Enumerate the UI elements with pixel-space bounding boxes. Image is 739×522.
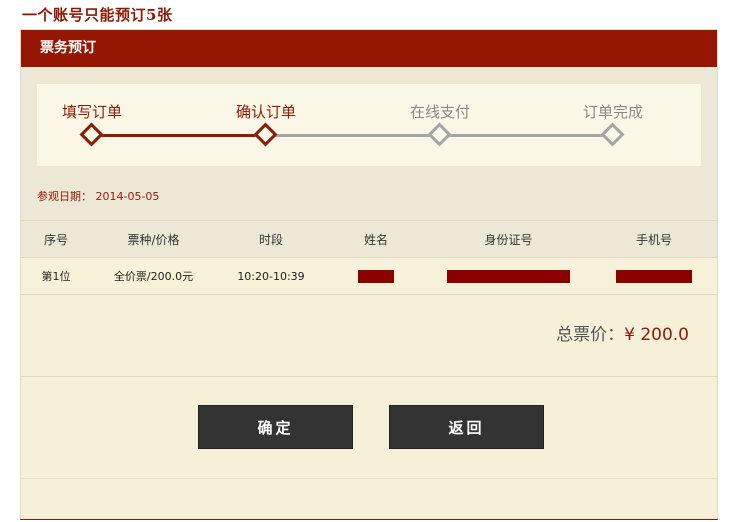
step-label-confirm-order: 确认订单: [235, 103, 296, 121]
step-diamond-icon: [600, 122, 625, 147]
step-diamond-icon: [253, 122, 278, 147]
panel-title: 票务预订: [21, 30, 717, 67]
divider: [21, 376, 717, 377]
footer-band: [21, 478, 717, 519]
column-header-ticket: 票种/价格: [127, 232, 180, 247]
column-header-id: 身份证号: [484, 232, 533, 247]
total-price-label: 总票价：: [556, 325, 625, 345]
step-label-order-complete: 订单完成: [582, 103, 643, 121]
row-name: [326, 258, 426, 294]
row-index: 第1位: [41, 270, 71, 283]
ticket-booking-panel: 票务预订 填写订单 确认订单 在线支付 订单完成 参观日期： 2014-05-0…: [20, 29, 718, 520]
redacted-name: [358, 269, 394, 283]
row-id-number: [426, 258, 591, 294]
table-row: 第1位 全价票/200.0元 10:20-10:39: [21, 258, 717, 295]
redacted-id-number: [447, 269, 570, 283]
visit-date: 参观日期： 2014-05-05: [37, 188, 159, 204]
account-limit-notice: 一个账号只能预订5张: [22, 6, 173, 24]
step-line-2: [266, 134, 440, 137]
row-time: 10:20-10:39: [237, 269, 305, 283]
step-label-fill-order: 填写订单: [61, 103, 122, 121]
column-header-name: 姓名: [363, 232, 388, 247]
column-header-time: 时段: [258, 232, 283, 247]
visit-date-value: 2014-05-05: [95, 190, 160, 203]
progress-steps: 填写订单 确认订单 在线支付 订单完成: [36, 83, 702, 167]
step-diamond-icon: [427, 122, 452, 147]
back-button[interactable]: 返回: [389, 405, 544, 449]
total-price-value: ¥ 200.0: [624, 325, 689, 345]
confirm-button[interactable]: 确定: [198, 405, 353, 449]
redacted-phone: [616, 269, 692, 283]
column-header-index: 序号: [43, 232, 68, 247]
total-price: 总票价：¥ 200.0: [556, 320, 689, 345]
step-diamond-icon: [79, 122, 104, 147]
row-phone: [591, 258, 717, 294]
column-header-phone: 手机号: [635, 232, 672, 247]
step-line-3: [440, 134, 613, 137]
step-label-online-payment: 在线支付: [409, 103, 470, 121]
row-ticket: 全价票/200.0元: [113, 270, 194, 283]
table-header: 序号 票种/价格 时段 姓名 身份证号 手机号: [21, 220, 717, 258]
step-line-1: [92, 134, 266, 137]
visit-date-label: 参观日期：: [37, 190, 92, 203]
